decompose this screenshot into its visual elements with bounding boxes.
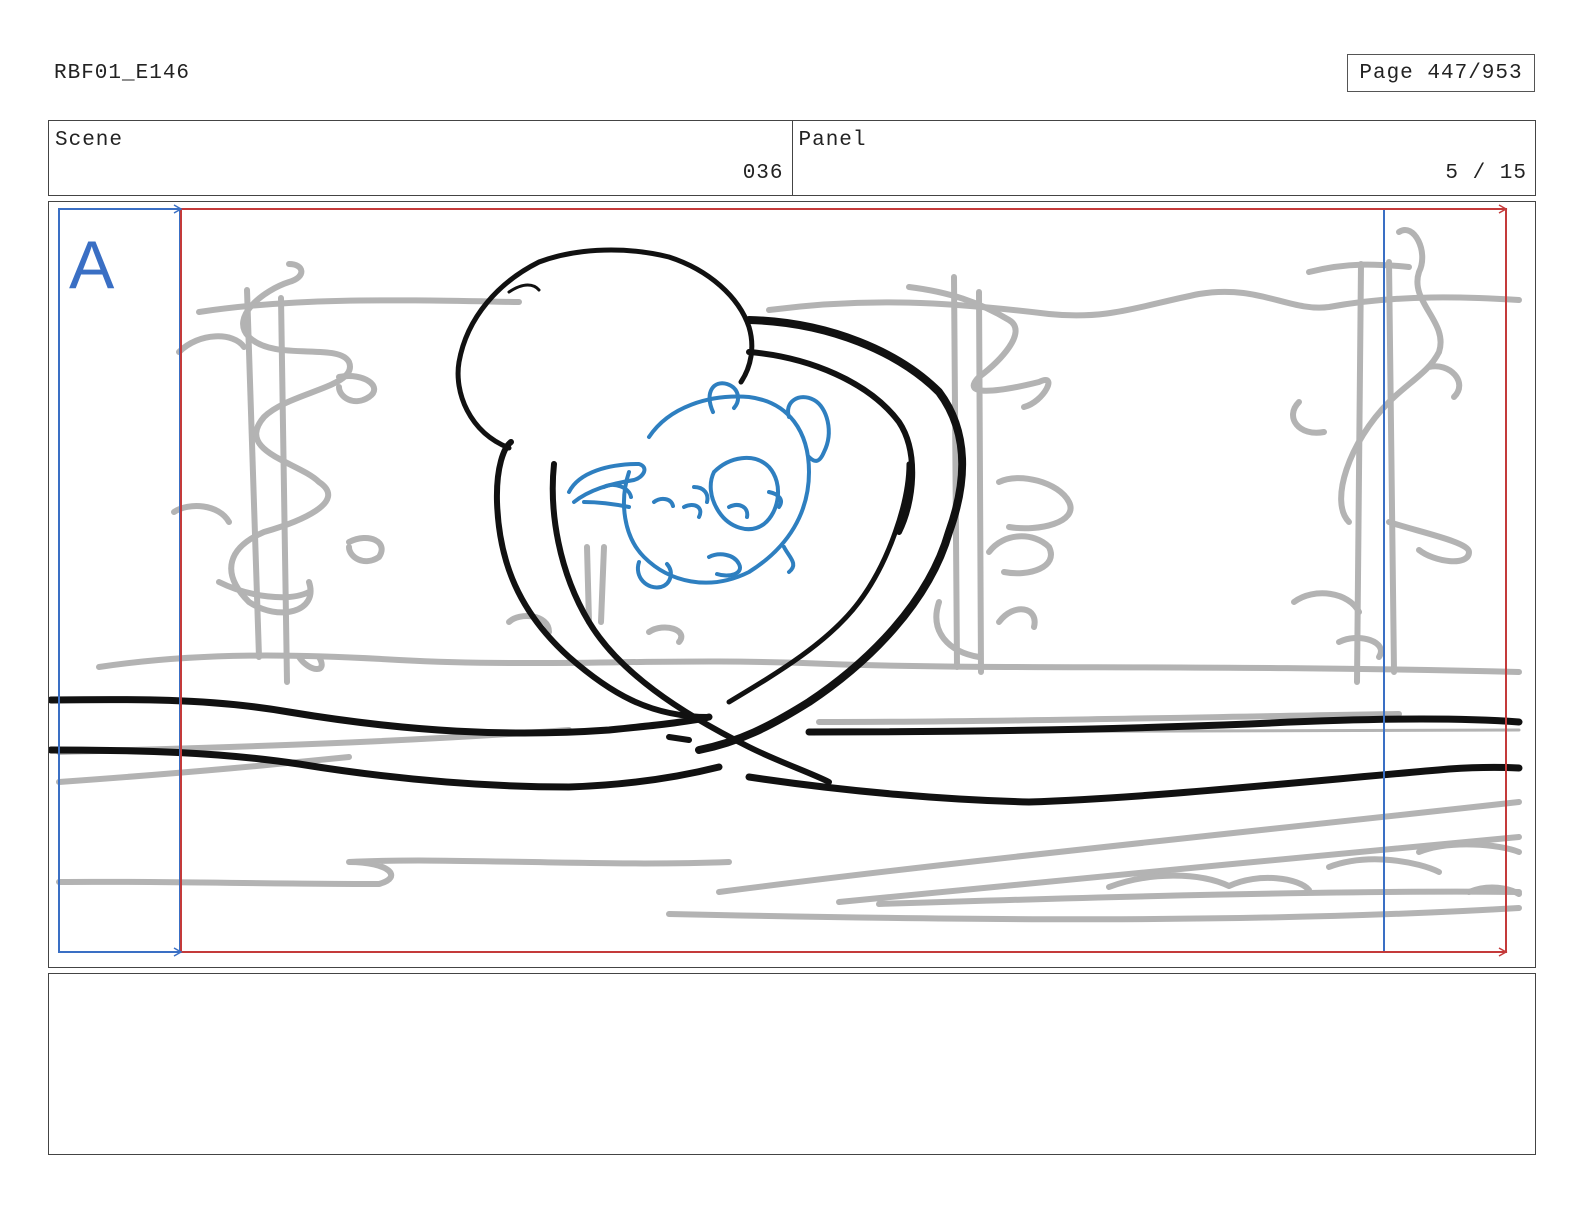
notes-box bbox=[48, 973, 1536, 1155]
scene-label: Scene bbox=[55, 129, 124, 152]
page-number-box: Page 447/953 bbox=[1347, 54, 1535, 92]
background-sketch bbox=[56, 227, 1522, 923]
panel-label: Panel bbox=[798, 129, 867, 152]
document-id: RBF01_E146 bbox=[54, 62, 191, 85]
layer-letter: A bbox=[69, 227, 115, 303]
character-sketch bbox=[567, 381, 831, 590]
camera-frame-end bbox=[180, 208, 1507, 953]
storyboard-drawing: A bbox=[49, 204, 1523, 957]
page-number: Page 447/953 bbox=[1359, 61, 1523, 85]
panel-number: 5 / 15 bbox=[1445, 162, 1527, 185]
scene-panel-table: Scene 036 Panel 5 / 15 bbox=[48, 120, 1536, 196]
storyboard-frame: A bbox=[48, 201, 1536, 968]
road-loop-lines bbox=[49, 247, 1523, 806]
scene-cell: Scene 036 bbox=[49, 121, 792, 195]
scene-number: 036 bbox=[742, 162, 784, 185]
panel-cell: Panel 5 / 15 bbox=[791, 121, 1536, 195]
